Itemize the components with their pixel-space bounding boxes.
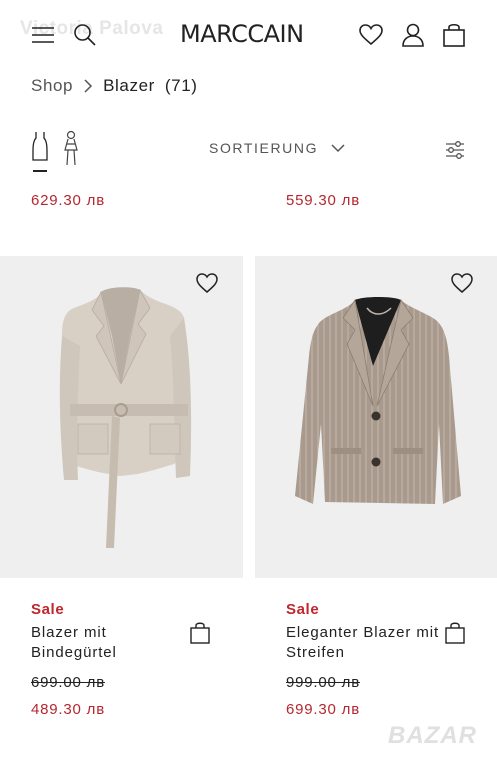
add-to-cart-bag-icon[interactable] xyxy=(443,621,467,650)
sale-price: 489.30 лв xyxy=(31,701,105,718)
sale-price: 699.30 лв xyxy=(286,701,360,718)
product-name[interactable]: Eleganter Blazer mit Streifen xyxy=(286,623,446,663)
product-view-icon[interactable] xyxy=(31,130,49,169)
chevron-right-icon xyxy=(79,77,97,95)
wishlist-heart-icon[interactable] xyxy=(450,272,474,299)
view-active-indicator xyxy=(33,170,47,172)
bazar-watermark: BAZAR xyxy=(388,722,477,749)
filter-icon[interactable] xyxy=(444,139,466,166)
model-view-icon[interactable] xyxy=(60,130,82,171)
product-count: (71) xyxy=(164,76,198,95)
product-name[interactable]: Blazer mit Bindegürtel xyxy=(31,623,171,663)
original-price: 699.00 лв xyxy=(31,674,105,691)
shopping-bag-icon[interactable] xyxy=(441,22,467,48)
add-to-cart-bag-icon[interactable] xyxy=(188,621,212,650)
sort-label: SORTIERUNG xyxy=(209,140,319,156)
product-image[interactable] xyxy=(0,256,243,578)
previous-product-price: 559.30 лв xyxy=(286,192,360,209)
product-card[interactable]: Sale Blazer mit Bindegürtel 699.00 лв 48… xyxy=(0,256,243,768)
product-image[interactable] xyxy=(255,256,497,578)
breadcrumb-current: Blazer xyxy=(103,76,155,95)
header: MARCCAIN xyxy=(0,0,497,70)
breadcrumb: Shop Blazer (71) xyxy=(31,76,198,96)
product-info: Sale Blazer mit Bindegürtel 699.00 лв 48… xyxy=(0,578,243,768)
sale-badge: Sale xyxy=(286,601,320,618)
menu-icon[interactable] xyxy=(30,22,56,48)
previous-product-price: 629.30 лв xyxy=(31,192,105,209)
product-card[interactable]: Sale Eleganter Blazer mit Streifen 999.0… xyxy=(255,256,497,768)
chevron-down-icon xyxy=(331,144,345,153)
breadcrumb-shop-link[interactable]: Shop xyxy=(31,76,73,96)
sort-dropdown[interactable]: SORTIERUNG xyxy=(209,140,346,156)
user-icon[interactable] xyxy=(400,22,426,48)
wishlist-heart-icon[interactable] xyxy=(195,272,219,299)
toolbar: SORTIERUNG xyxy=(0,128,497,178)
brand-logo[interactable]: MARCCAIN xyxy=(180,20,304,48)
sale-badge: Sale xyxy=(31,601,65,618)
heart-icon[interactable] xyxy=(358,22,384,48)
search-icon[interactable] xyxy=(72,22,98,48)
original-price: 999.00 лв xyxy=(286,674,360,691)
